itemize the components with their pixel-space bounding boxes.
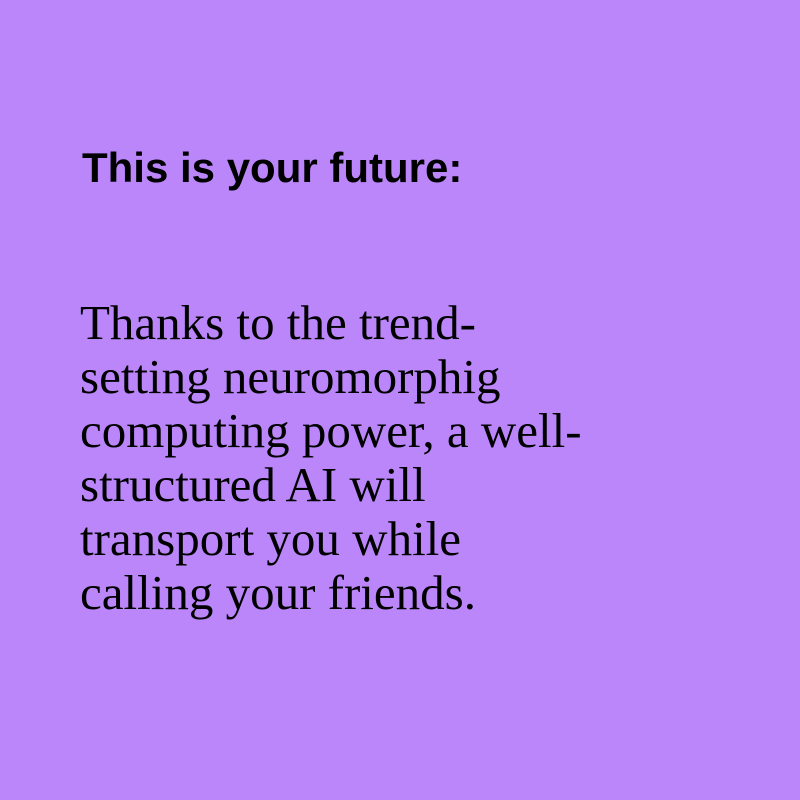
body-line: structured AI will <box>80 457 426 512</box>
slide-heading: This is your future: <box>82 144 463 191</box>
body-line: setting neuromorphig <box>80 349 501 404</box>
slide-card: This is your future: Thanks to the trend… <box>0 0 800 800</box>
body-line: transport you while <box>80 511 462 566</box>
body-line: computing power, a well- <box>80 403 582 458</box>
body-line: calling your friends. <box>80 565 476 620</box>
slide-body-text: Thanks to the trend- setting neuromorphi… <box>80 296 582 620</box>
body-line: Thanks to the trend- <box>80 295 476 350</box>
